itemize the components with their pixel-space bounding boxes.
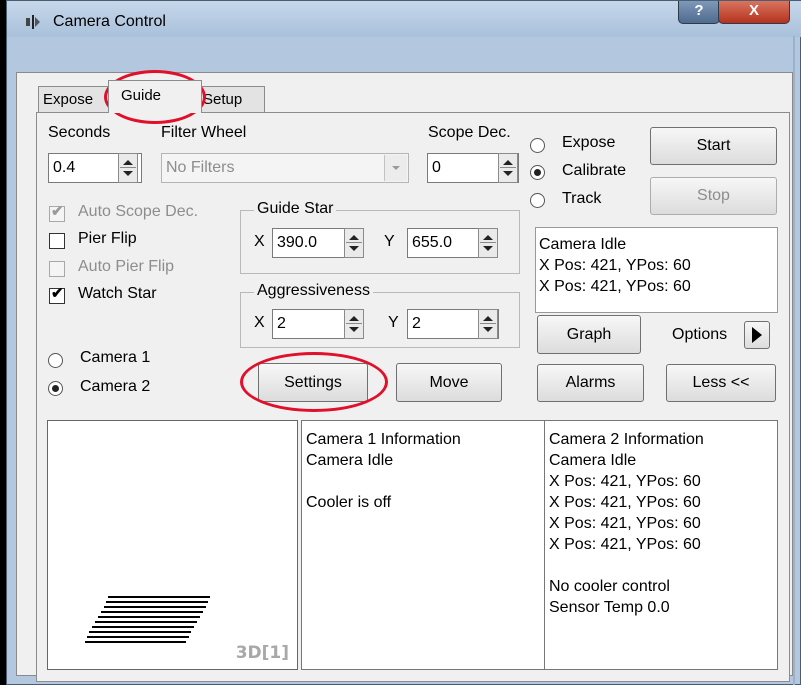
annotation-circle-settings — [240, 352, 388, 412]
filter-wheel-dropdown-button[interactable] — [384, 155, 407, 181]
guide-star-legend: Guide Star — [254, 200, 337, 218]
aggressiveness-x-spinner[interactable] — [344, 309, 364, 339]
alarms-button[interactable]: Alarms — [537, 364, 644, 402]
radio-camera-2-label[interactable]: Camera 2 — [80, 378, 150, 396]
star-preview[interactable]: 3D[1] — [47, 420, 298, 670]
guide-star-x-label: X — [254, 233, 265, 250]
guide-star-x-spinner[interactable] — [344, 228, 364, 258]
status-line: X Pos: 421, YPos: 60 — [539, 257, 691, 274]
aggressiveness-legend: Aggressiveness — [254, 282, 373, 300]
arrow-right-icon — [752, 327, 762, 343]
tab-expose[interactable]: Expose — [38, 86, 112, 112]
options-expand-button[interactable] — [744, 321, 770, 349]
radio-calibrate-label[interactable]: Calibrate — [562, 162, 626, 180]
info-line: X Pos: 421, YPos: 60 — [549, 473, 701, 490]
options-label: Options — [672, 326, 728, 343]
window-title: Camera Control — [53, 13, 166, 30]
aggressiveness-x-label: X — [254, 314, 265, 331]
tab-guide[interactable]: Guide — [108, 80, 202, 113]
radio-camera-1-label[interactable]: Camera 1 — [80, 349, 150, 367]
radio-camera-2[interactable] — [48, 381, 63, 396]
star-profile-graphic — [85, 596, 210, 643]
title-bar[interactable]: Camera Control ? X — [7, 1, 801, 37]
radio-expose-label[interactable]: Expose — [562, 134, 615, 152]
aggressiveness-y-label: Y — [388, 314, 399, 331]
window-border — [793, 36, 795, 685]
less-button[interactable]: Less << — [666, 364, 776, 402]
radio-expose[interactable] — [530, 138, 545, 153]
seconds-label: Seconds — [48, 124, 111, 141]
auto-pier-flip-checkbox[interactable] — [49, 261, 65, 277]
help-button[interactable]: ? — [678, 1, 720, 24]
stop-button[interactable]: Stop — [650, 177, 777, 215]
filter-wheel-label: Filter Wheel — [161, 124, 247, 141]
pier-flip-checkbox[interactable] — [49, 233, 65, 249]
guide-star-y-label: Y — [384, 233, 395, 250]
scope-dec-spinner[interactable] — [498, 153, 518, 183]
seconds-spinner[interactable] — [118, 153, 138, 183]
info-line: Camera Idle — [549, 452, 637, 469]
status-line: X Pos: 421, YPos: 60 — [539, 278, 691, 295]
camera-1-info-panel: Camera 1 Information Camera Idle Cooler … — [301, 420, 545, 670]
info-line: X Pos: 421, YPos: 60 — [549, 515, 701, 532]
radio-camera-1[interactable] — [48, 353, 63, 368]
radio-track-label[interactable]: Track — [562, 190, 601, 208]
guide-star-y-spinner[interactable] — [478, 228, 498, 258]
radio-calibrate[interactable] — [530, 165, 545, 180]
auto-scope-dec-checkbox[interactable]: ✔ — [49, 204, 65, 222]
app-icon — [26, 15, 40, 29]
status-box: Camera Idle X Pos: 421, YPos: 60 X Pos: … — [535, 227, 778, 313]
scope-dec-label: Scope Dec. — [428, 124, 511, 141]
status-line: Camera Idle — [539, 236, 627, 253]
tab-setup[interactable]: Setup — [198, 86, 265, 112]
filter-wheel-select[interactable]: No Filters — [161, 153, 409, 183]
radio-track[interactable] — [530, 193, 545, 208]
camera-2-info-panel: Camera 2 Information Camera Idle X Pos: … — [544, 420, 778, 670]
info-line: Camera Idle — [306, 452, 394, 469]
watch-star-label: Watch Star — [78, 285, 157, 302]
info-line: Camera 2 Information — [549, 431, 704, 448]
pier-flip-label: Pier Flip — [78, 230, 137, 247]
info-line: Camera 1 Information — [306, 431, 461, 448]
chevron-down-icon — [392, 166, 400, 170]
start-button[interactable]: Start — [650, 127, 777, 165]
move-button[interactable]: Move — [396, 363, 502, 402]
auto-pier-flip-label: Auto Pier Flip — [78, 258, 175, 275]
info-line — [549, 555, 777, 576]
close-button[interactable]: X — [718, 1, 790, 24]
info-line: X Pos: 421, YPos: 60 — [549, 494, 701, 511]
preview-mode-label: 3D[1] — [235, 643, 289, 663]
auto-scope-dec-label: Auto Scope Dec. — [78, 203, 199, 220]
info-line: No cooler control — [549, 578, 670, 595]
graph-button[interactable]: Graph — [537, 315, 641, 354]
watch-star-checkbox[interactable]: ✔ — [49, 286, 65, 304]
info-line: Sensor Temp 0.0 — [549, 599, 670, 616]
aggressiveness-y-spinner[interactable] — [478, 309, 498, 339]
info-line: X Pos: 421, YPos: 60 — [549, 536, 701, 553]
info-line: Cooler is off — [306, 494, 392, 511]
info-line — [306, 471, 544, 492]
